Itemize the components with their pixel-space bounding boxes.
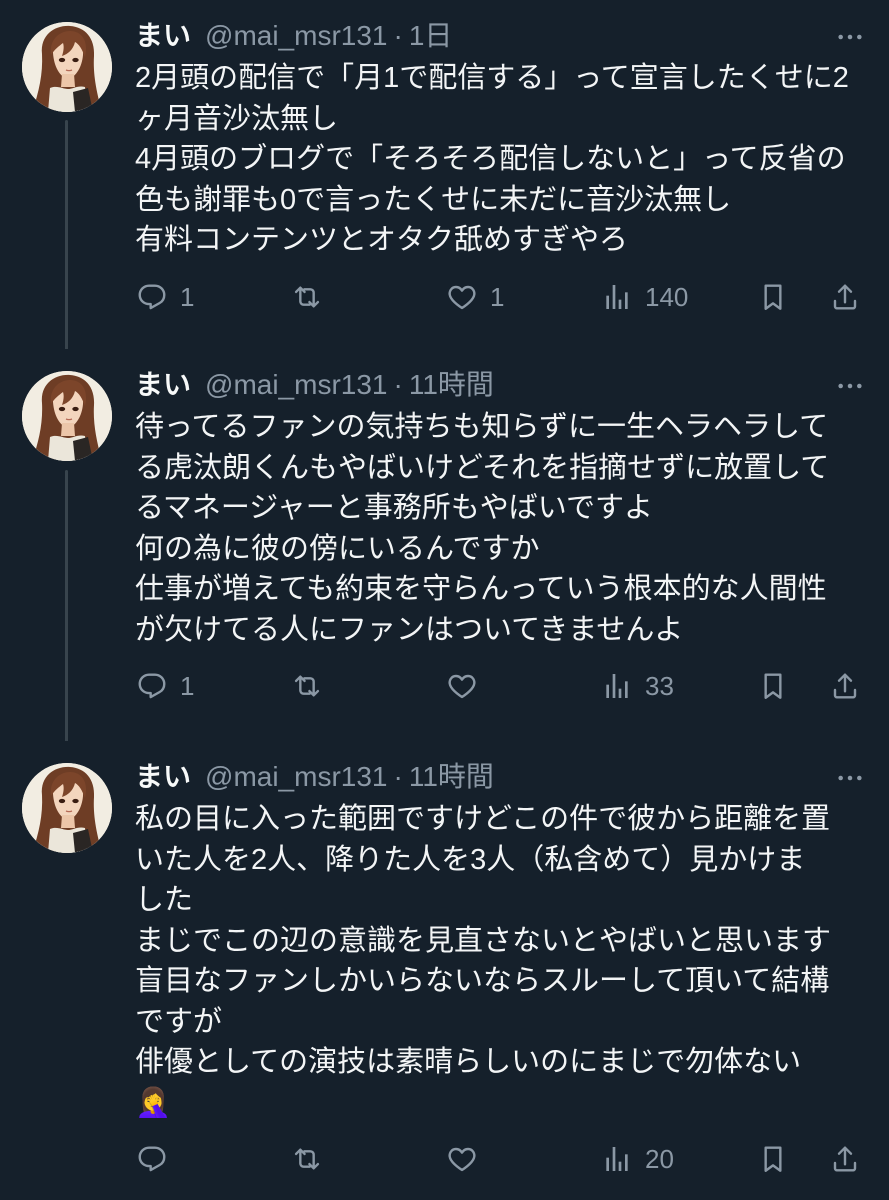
like-button[interactable] (446, 1141, 478, 1177)
share-icon (829, 670, 861, 702)
tweet-timestamp[interactable]: 11時間 (409, 761, 494, 792)
heart-icon (446, 670, 478, 702)
views-icon (601, 281, 633, 313)
retweet-icon (291, 670, 323, 702)
tweet[interactable]: まい @mai_msr131 · 11時間 私の目に入った範囲ですけどこの件で彼から距… (0, 741, 889, 1200)
views-button[interactable]: 20 (601, 1141, 674, 1177)
views-icon (601, 1143, 633, 1175)
tweet-text: 2月頭の配信で「月1で配信する」って宣言したくせに2 ヶ月音沙汰無し 4月頭のブ… (135, 58, 870, 261)
avatar[interactable] (22, 371, 112, 461)
tweet-text: 私の目に入った範囲ですけどこの件で彼から距離を置 いた人を2人、降りた人を3人（… (135, 799, 870, 1123)
reply-button[interactable] (136, 1141, 168, 1177)
separator-dot: · (393, 761, 403, 792)
tweet-text-line: 仕事が増えても約束を守らんっていう根本的な人間性 (135, 573, 827, 605)
tweet-text-line: 2月頭の配信で「月1で配信する」って宣言したくせに2 (135, 62, 849, 94)
tweet-text-line: ヶ月音沙汰無し (135, 102, 339, 135)
bookmark-button[interactable] (757, 1141, 789, 1177)
thread-line (65, 470, 68, 741)
reply-count: 1 (180, 281, 195, 312)
tweet-header: まい @mai_msr131 · 1日 (135, 18, 870, 54)
tweet-text-line: 4月頭のブログで「そろそろ配信しないと」って反省の (135, 143, 846, 175)
separator-dot: · (393, 369, 403, 400)
tweet-text-line: いた人を2人、降りた人を3人（私含めて）見かけま (135, 843, 806, 876)
tweet-text-line: まじでこの辺の意識を見直さないとやばいと思います (135, 924, 832, 957)
tweet-header: まい @mai_msr131 · 11時間 (135, 759, 870, 795)
retweet-icon (291, 281, 323, 313)
share-button[interactable] (829, 1141, 861, 1177)
share-icon (829, 1143, 861, 1175)
separator-dot: · (393, 20, 403, 51)
tweet-text: 待ってるファンの気持ちも知らずに一生ヘラヘラして る虎汰朗くんもやばいけどそれを… (135, 407, 870, 650)
tweet-text-line: 何の為に彼の傍にいるんですか (135, 532, 540, 565)
views-count: 140 (645, 281, 689, 312)
tweet-header: まい @mai_msr131 · 11時間 (135, 367, 870, 403)
views-count: 33 (645, 671, 674, 701)
share-icon (829, 281, 861, 313)
reply-button[interactable]: 1 (136, 668, 194, 704)
avatar[interactable] (22, 763, 112, 853)
author-handle[interactable]: @mai_msr131 (205, 20, 387, 51)
like-button[interactable] (446, 668, 478, 704)
retweet-button[interactable] (291, 668, 323, 704)
retweet-button[interactable] (291, 279, 323, 315)
thread-line (65, 120, 68, 349)
tweet[interactable]: まい @mai_msr131 · 1日 2月頭の配信で「月1で配信する」って宣言したく… (0, 0, 889, 349)
reply-count: 1 (180, 671, 195, 701)
tweet-text-line: 盲目なファンしかいらないならスルーして頂いて結構 (135, 965, 830, 997)
tweet-actions: 20 (135, 1141, 870, 1177)
bookmark-button[interactable] (757, 668, 789, 704)
tweet-text-line: る虎汰朗くんもやばいけどそれを指摘せずに放置して (135, 451, 830, 484)
heart-icon (446, 281, 478, 313)
author-handle[interactable]: @mai_msr131 (205, 761, 387, 792)
heart-icon (446, 1143, 478, 1175)
tweet-actions: 1 33 (135, 668, 870, 704)
views-button[interactable]: 140 (601, 279, 688, 315)
tweet-text-line: 待ってるファンの気持ちも知らずに一生ヘラヘラして (135, 411, 829, 443)
views-count: 20 (645, 1144, 674, 1174)
like-button[interactable]: 1 (446, 279, 504, 315)
facepalm-emoji: 🤦‍♀️ (135, 1086, 172, 1119)
views-icon (601, 670, 633, 702)
tweet-text-line: ですが (135, 1005, 223, 1038)
retweet-icon (291, 1143, 323, 1175)
bookmark-button[interactable] (757, 279, 789, 315)
share-button[interactable] (829, 279, 861, 315)
reply-icon (136, 281, 168, 313)
tweet-text-line: 有料コンテンツとオタク舐めすぎやろ (135, 224, 629, 256)
share-button[interactable] (829, 668, 861, 704)
tweet-text-line: 私の目に入った範囲ですけどこの件で彼から距離を置 (135, 803, 831, 835)
retweet-button[interactable] (291, 1141, 323, 1177)
avatar[interactable] (22, 22, 112, 112)
tweet-timestamp[interactable]: 11時間 (409, 369, 494, 400)
tweet-timestamp[interactable]: 1日 (409, 20, 453, 51)
reply-button[interactable]: 1 (136, 279, 194, 315)
tweet-text-line: した (135, 884, 194, 916)
author-name[interactable]: まい (135, 761, 191, 792)
tweet-text-line: 色も謝罪も0で言ったくせに未だに音沙汰無し (135, 183, 732, 216)
author-name[interactable]: まい (135, 20, 191, 51)
bookmark-icon (757, 281, 789, 313)
views-button[interactable]: 33 (601, 668, 674, 704)
reply-icon (136, 670, 168, 702)
tweet-actions: 1 1 140 (135, 279, 870, 315)
bookmark-icon (757, 1143, 789, 1175)
tweet-text-line: るマネージャーと事務所もやばいですよ (135, 492, 653, 524)
tweet[interactable]: まい @mai_msr131 · 11時間 待ってるファンの気持ちも知らずに一生ヘラヘ… (0, 349, 889, 741)
tweet-text-line: 俳優としての演技は素晴らしいのにまじで勿体ない (135, 1046, 802, 1078)
bookmark-icon (757, 670, 789, 702)
author-name[interactable]: まい (135, 369, 191, 400)
reply-icon (136, 1143, 168, 1175)
like-count: 1 (490, 281, 505, 312)
tweet-text-line: が欠けてる人にファンはついてきませんよ (135, 613, 684, 646)
author-handle[interactable]: @mai_msr131 (205, 369, 387, 400)
